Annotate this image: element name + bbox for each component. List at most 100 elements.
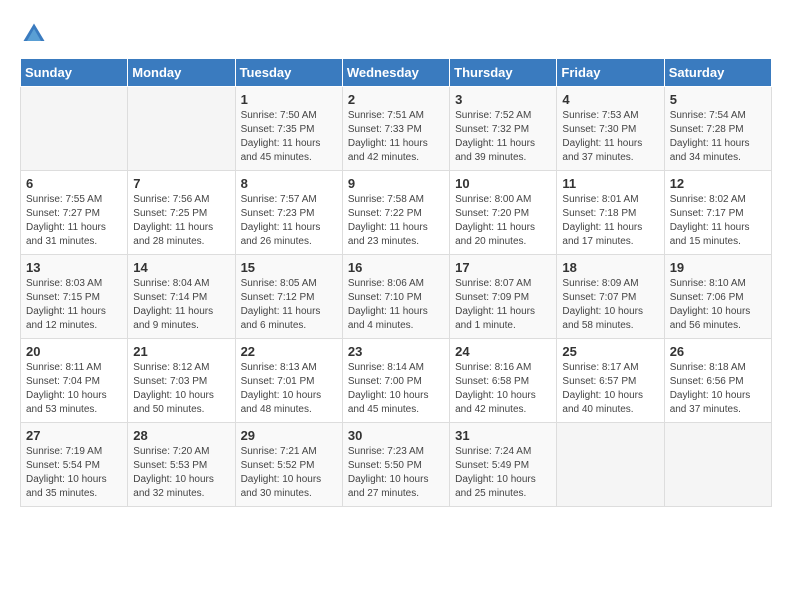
calendar-week-row: 27 Sunrise: 7:19 AMSunset: 5:54 PMDaylig… bbox=[21, 423, 772, 507]
day-number: 28 bbox=[133, 428, 229, 443]
day-info: Sunrise: 7:53 AMSunset: 7:30 PMDaylight:… bbox=[562, 109, 658, 165]
calendar-cell: 29 Sunrise: 7:21 AMSunset: 5:52 PMDaylig… bbox=[235, 423, 342, 507]
calendar-cell: 2 Sunrise: 7:51 AMSunset: 7:33 PMDayligh… bbox=[342, 87, 449, 171]
day-header-sunday: Sunday bbox=[21, 59, 128, 87]
calendar-cell: 25 Sunrise: 8:17 AMSunset: 6:57 PMDaylig… bbox=[557, 339, 664, 423]
calendar-cell: 11 Sunrise: 8:01 AMSunset: 7:18 PMDaylig… bbox=[557, 171, 664, 255]
day-info: Sunrise: 8:06 AMSunset: 7:10 PMDaylight:… bbox=[348, 277, 444, 333]
calendar-cell: 8 Sunrise: 7:57 AMSunset: 7:23 PMDayligh… bbox=[235, 171, 342, 255]
calendar-cell: 28 Sunrise: 7:20 AMSunset: 5:53 PMDaylig… bbox=[128, 423, 235, 507]
day-number: 5 bbox=[670, 92, 766, 107]
calendar-table: SundayMondayTuesdayWednesdayThursdayFrid… bbox=[20, 58, 772, 507]
day-number: 29 bbox=[241, 428, 337, 443]
calendar-cell: 1 Sunrise: 7:50 AMSunset: 7:35 PMDayligh… bbox=[235, 87, 342, 171]
day-number: 30 bbox=[348, 428, 444, 443]
day-info: Sunrise: 8:04 AMSunset: 7:14 PMDaylight:… bbox=[133, 277, 229, 333]
day-number: 21 bbox=[133, 344, 229, 359]
day-number: 22 bbox=[241, 344, 337, 359]
calendar-cell: 15 Sunrise: 8:05 AMSunset: 7:12 PMDaylig… bbox=[235, 255, 342, 339]
day-info: Sunrise: 8:11 AMSunset: 7:04 PMDaylight:… bbox=[26, 361, 122, 417]
calendar-cell: 13 Sunrise: 8:03 AMSunset: 7:15 PMDaylig… bbox=[21, 255, 128, 339]
day-info: Sunrise: 7:58 AMSunset: 7:22 PMDaylight:… bbox=[348, 193, 444, 249]
day-info: Sunrise: 8:07 AMSunset: 7:09 PMDaylight:… bbox=[455, 277, 551, 333]
day-number: 10 bbox=[455, 176, 551, 191]
day-number: 9 bbox=[348, 176, 444, 191]
day-header-thursday: Thursday bbox=[450, 59, 557, 87]
day-number: 18 bbox=[562, 260, 658, 275]
day-info: Sunrise: 7:54 AMSunset: 7:28 PMDaylight:… bbox=[670, 109, 766, 165]
calendar-cell: 22 Sunrise: 8:13 AMSunset: 7:01 PMDaylig… bbox=[235, 339, 342, 423]
day-info: Sunrise: 8:01 AMSunset: 7:18 PMDaylight:… bbox=[562, 193, 658, 249]
calendar-cell bbox=[21, 87, 128, 171]
day-info: Sunrise: 8:00 AMSunset: 7:20 PMDaylight:… bbox=[455, 193, 551, 249]
calendar-week-row: 20 Sunrise: 8:11 AMSunset: 7:04 PMDaylig… bbox=[21, 339, 772, 423]
logo bbox=[20, 20, 52, 48]
day-info: Sunrise: 7:56 AMSunset: 7:25 PMDaylight:… bbox=[133, 193, 229, 249]
day-header-tuesday: Tuesday bbox=[235, 59, 342, 87]
calendar-cell: 5 Sunrise: 7:54 AMSunset: 7:28 PMDayligh… bbox=[664, 87, 771, 171]
calendar-cell: 12 Sunrise: 8:02 AMSunset: 7:17 PMDaylig… bbox=[664, 171, 771, 255]
day-info: Sunrise: 7:55 AMSunset: 7:27 PMDaylight:… bbox=[26, 193, 122, 249]
day-number: 6 bbox=[26, 176, 122, 191]
calendar-cell: 19 Sunrise: 8:10 AMSunset: 7:06 PMDaylig… bbox=[664, 255, 771, 339]
day-info: Sunrise: 7:20 AMSunset: 5:53 PMDaylight:… bbox=[133, 445, 229, 501]
calendar-cell: 24 Sunrise: 8:16 AMSunset: 6:58 PMDaylig… bbox=[450, 339, 557, 423]
day-header-monday: Monday bbox=[128, 59, 235, 87]
calendar-cell: 10 Sunrise: 8:00 AMSunset: 7:20 PMDaylig… bbox=[450, 171, 557, 255]
day-info: Sunrise: 8:17 AMSunset: 6:57 PMDaylight:… bbox=[562, 361, 658, 417]
calendar-cell: 17 Sunrise: 8:07 AMSunset: 7:09 PMDaylig… bbox=[450, 255, 557, 339]
day-number: 17 bbox=[455, 260, 551, 275]
calendar-cell bbox=[664, 423, 771, 507]
day-info: Sunrise: 7:57 AMSunset: 7:23 PMDaylight:… bbox=[241, 193, 337, 249]
day-number: 7 bbox=[133, 176, 229, 191]
day-number: 1 bbox=[241, 92, 337, 107]
day-number: 24 bbox=[455, 344, 551, 359]
day-number: 4 bbox=[562, 92, 658, 107]
day-number: 31 bbox=[455, 428, 551, 443]
day-number: 25 bbox=[562, 344, 658, 359]
day-info: Sunrise: 8:03 AMSunset: 7:15 PMDaylight:… bbox=[26, 277, 122, 333]
day-number: 14 bbox=[133, 260, 229, 275]
day-info: Sunrise: 8:18 AMSunset: 6:56 PMDaylight:… bbox=[670, 361, 766, 417]
day-info: Sunrise: 7:24 AMSunset: 5:49 PMDaylight:… bbox=[455, 445, 551, 501]
calendar-cell: 21 Sunrise: 8:12 AMSunset: 7:03 PMDaylig… bbox=[128, 339, 235, 423]
calendar-week-row: 1 Sunrise: 7:50 AMSunset: 7:35 PMDayligh… bbox=[21, 87, 772, 171]
day-info: Sunrise: 7:50 AMSunset: 7:35 PMDaylight:… bbox=[241, 109, 337, 165]
calendar-cell: 9 Sunrise: 7:58 AMSunset: 7:22 PMDayligh… bbox=[342, 171, 449, 255]
calendar-cell: 26 Sunrise: 8:18 AMSunset: 6:56 PMDaylig… bbox=[664, 339, 771, 423]
day-info: Sunrise: 8:16 AMSunset: 6:58 PMDaylight:… bbox=[455, 361, 551, 417]
day-number: 19 bbox=[670, 260, 766, 275]
logo-icon bbox=[20, 20, 48, 48]
day-number: 23 bbox=[348, 344, 444, 359]
calendar-cell: 16 Sunrise: 8:06 AMSunset: 7:10 PMDaylig… bbox=[342, 255, 449, 339]
calendar-cell: 3 Sunrise: 7:52 AMSunset: 7:32 PMDayligh… bbox=[450, 87, 557, 171]
day-info: Sunrise: 7:19 AMSunset: 5:54 PMDaylight:… bbox=[26, 445, 122, 501]
day-number: 27 bbox=[26, 428, 122, 443]
day-info: Sunrise: 7:21 AMSunset: 5:52 PMDaylight:… bbox=[241, 445, 337, 501]
calendar-cell bbox=[557, 423, 664, 507]
calendar-cell: 27 Sunrise: 7:19 AMSunset: 5:54 PMDaylig… bbox=[21, 423, 128, 507]
day-number: 16 bbox=[348, 260, 444, 275]
day-number: 20 bbox=[26, 344, 122, 359]
calendar-cell: 23 Sunrise: 8:14 AMSunset: 7:00 PMDaylig… bbox=[342, 339, 449, 423]
calendar-week-row: 13 Sunrise: 8:03 AMSunset: 7:15 PMDaylig… bbox=[21, 255, 772, 339]
calendar-week-row: 6 Sunrise: 7:55 AMSunset: 7:27 PMDayligh… bbox=[21, 171, 772, 255]
day-number: 2 bbox=[348, 92, 444, 107]
calendar-header-row: SundayMondayTuesdayWednesdayThursdayFrid… bbox=[21, 59, 772, 87]
calendar-cell bbox=[128, 87, 235, 171]
day-number: 3 bbox=[455, 92, 551, 107]
day-number: 12 bbox=[670, 176, 766, 191]
calendar-cell: 20 Sunrise: 8:11 AMSunset: 7:04 PMDaylig… bbox=[21, 339, 128, 423]
calendar-cell: 4 Sunrise: 7:53 AMSunset: 7:30 PMDayligh… bbox=[557, 87, 664, 171]
day-info: Sunrise: 8:10 AMSunset: 7:06 PMDaylight:… bbox=[670, 277, 766, 333]
day-info: Sunrise: 7:52 AMSunset: 7:32 PMDaylight:… bbox=[455, 109, 551, 165]
day-header-wednesday: Wednesday bbox=[342, 59, 449, 87]
calendar-cell: 31 Sunrise: 7:24 AMSunset: 5:49 PMDaylig… bbox=[450, 423, 557, 507]
page-header bbox=[20, 20, 772, 48]
day-info: Sunrise: 7:51 AMSunset: 7:33 PMDaylight:… bbox=[348, 109, 444, 165]
day-header-friday: Friday bbox=[557, 59, 664, 87]
day-info: Sunrise: 8:09 AMSunset: 7:07 PMDaylight:… bbox=[562, 277, 658, 333]
day-info: Sunrise: 8:02 AMSunset: 7:17 PMDaylight:… bbox=[670, 193, 766, 249]
day-info: Sunrise: 8:13 AMSunset: 7:01 PMDaylight:… bbox=[241, 361, 337, 417]
day-info: Sunrise: 8:12 AMSunset: 7:03 PMDaylight:… bbox=[133, 361, 229, 417]
